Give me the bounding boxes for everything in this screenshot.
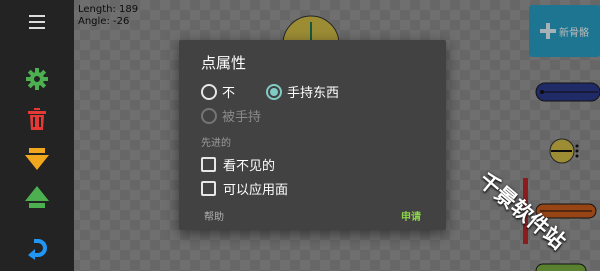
dialog-title: 点属性 (201, 54, 247, 72)
advanced-section-label: 先进的 (201, 138, 231, 149)
radio-none[interactable] (201, 83, 217, 100)
option-held-label: 被手持 (222, 110, 262, 125)
option-held: 被手持 (201, 106, 261, 125)
checkbox-apply-face-label: 可以应用面 (223, 183, 289, 198)
checkbox-invisible-box[interactable] (201, 157, 216, 172)
help-button[interactable]: 帮助 (204, 208, 224, 223)
option-none[interactable]: 不 (201, 82, 235, 101)
apply-button[interactable]: 申请 (401, 208, 421, 223)
option-none-label: 不 (222, 86, 236, 101)
checkbox-apply-face[interactable]: 可以应用面 (201, 179, 288, 198)
checkbox-invisible[interactable]: 看不见的 (201, 155, 275, 174)
option-holding[interactable]: 手持东西 (266, 82, 339, 101)
radio-holding[interactable] (266, 83, 282, 100)
option-holding-label: 手持东西 (287, 86, 340, 101)
checkbox-invisible-label: 看不见的 (223, 159, 276, 174)
radio-held (201, 107, 217, 124)
checkbox-apply-face-box[interactable] (201, 181, 216, 196)
point-properties-dialog: 点属性 不 手持东西 被手持 先进的 看不见的 可以应用面 帮助 申请 (179, 40, 446, 230)
